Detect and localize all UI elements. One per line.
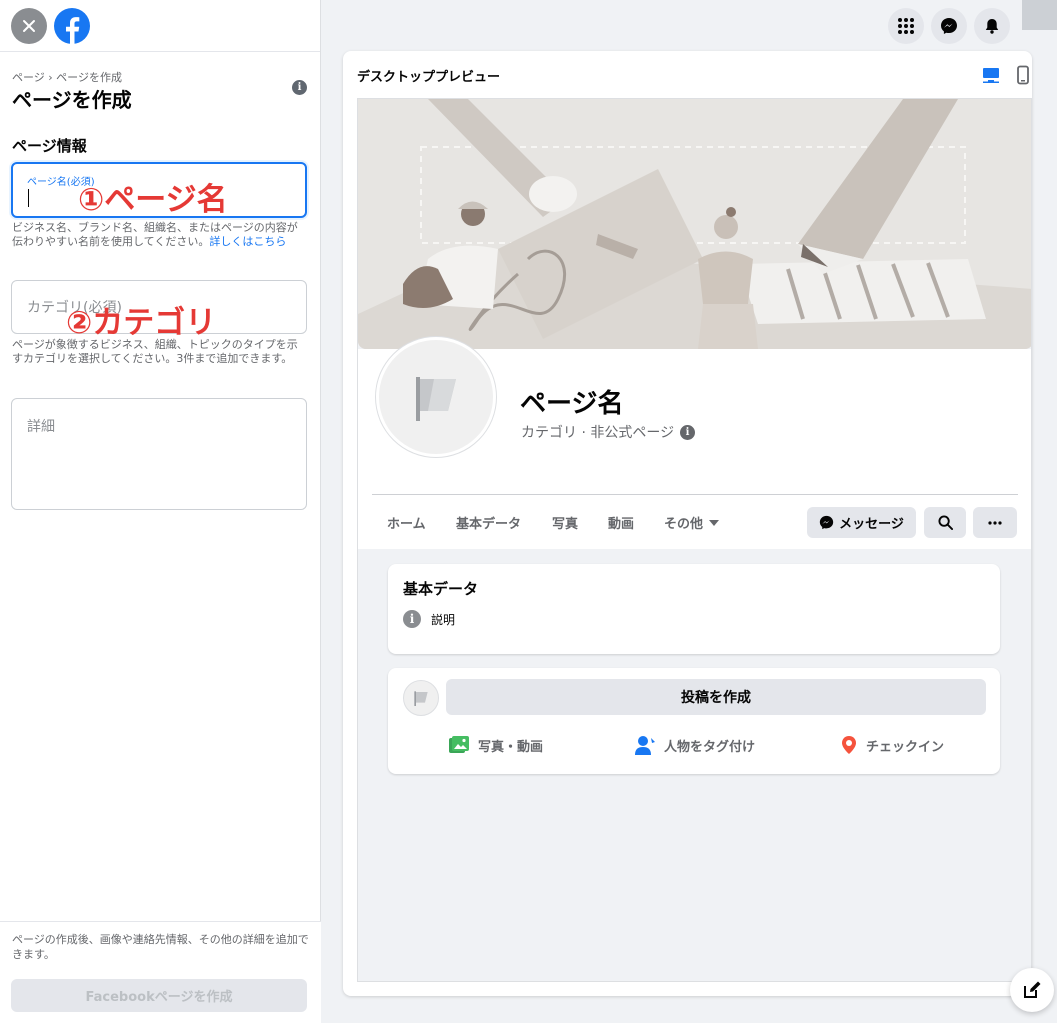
create-post-card: 投稿を作成 写真・動画 人物をタグ付け チェックイン [388,668,1000,774]
preview-page-subtitle: カテゴリ · 非公式ページ i [521,422,696,442]
tab-divider [372,494,1018,495]
search-button[interactable] [924,507,966,538]
annotation-page-name: ①ページ名 [78,182,228,218]
search-icon [937,515,953,530]
tab-home[interactable]: ホーム [387,513,426,532]
compose-button[interactable] [1010,968,1054,1012]
desktop-preview-frame: ページ名 カテゴリ · 非公式ページ i ホーム 基本データ 写真 動画 その他… [357,98,1032,982]
more-options-button[interactable] [973,507,1017,538]
learn-more-link[interactable]: 詳しくはこちら [209,235,286,248]
post-avatar [403,680,439,716]
breadcrumb[interactable]: ページ › ページを作成 [12,69,122,85]
details-placeholder: 詳細 [27,419,55,435]
create-post-button[interactable]: 投稿を作成 [446,679,986,715]
text-caret [28,189,29,207]
chevron-down-icon [709,519,720,526]
location-pin-icon [842,736,856,754]
panel-header [0,0,320,52]
info-icon: i [403,610,421,628]
panel-footer: ページの作成後、画像や連絡先情報、その他の詳細を追加できます。 Facebook… [0,921,321,1023]
tag-people-action[interactable]: 人物をタグ付け [634,735,755,755]
create-page-panel: ページ › ページを作成 ページを作成 i ページ情報 ページ名(必須) ビジネ… [0,0,321,1023]
mobile-view-button[interactable] [1013,65,1033,89]
about-card: 基本データ i 説明 [388,564,1000,654]
apps-button[interactable] [888,8,924,44]
flag-icon [414,691,428,706]
facebook-logo-icon[interactable] [54,8,90,44]
bell-icon [985,19,999,34]
cover-illustration [358,99,1031,349]
section-title: ページ情報 [12,137,87,155]
check-in-action[interactable]: チェックイン [840,735,944,755]
about-card-title: 基本データ [403,580,479,598]
close-icon [23,20,35,32]
tab-videos[interactable]: 動画 [608,513,634,532]
annotation-category: ②カテゴリ [66,305,217,341]
create-page-button[interactable]: Facebookページを作成 [11,979,307,1012]
page-title: ページを作成 [12,88,132,112]
footer-note: ページの作成後、画像や連絡先情報、その他の詳細を追加できます。 [12,933,309,961]
close-button[interactable] [11,8,47,44]
messenger-button[interactable] [931,8,967,44]
compose-icon [1024,981,1041,998]
tab-photos[interactable]: 写真 [552,513,578,532]
notifications-button[interactable] [974,8,1010,44]
info-icon[interactable]: i [292,80,307,95]
description-row: i 説明 [403,610,455,628]
photo-icon [449,736,469,753]
flag-icon [416,377,456,421]
messenger-icon [819,515,834,530]
page-name-helper: ビジネス名、ブランド名、組織名、またはページの内容が伝わりやすい名前を使用してく… [12,221,298,248]
mobile-icon [1017,65,1029,85]
tab-more[interactable]: その他 [664,513,720,532]
preview-card: デスクトッププレビュー ページ名 カテゴリ · 非公式ページ i ホーム 基本デ… [343,51,1032,996]
tag-people-icon [635,736,655,755]
details-field[interactable]: 詳細 [11,398,307,510]
tab-about[interactable]: 基本データ [456,513,521,532]
profile-picture[interactable] [376,337,496,457]
preview-label: デスクトッププレビュー [357,70,501,85]
more-icon [988,520,1002,525]
message-button[interactable]: メッセージ [807,507,916,538]
desktop-icon [983,68,999,83]
apps-grid-icon [898,18,914,34]
info-icon[interactable]: i [680,424,696,440]
scroll-edge [1022,0,1057,30]
cover-photo[interactable] [358,99,1031,349]
category-helper: ページが象徴するビジネス、組織、トピックのタイプを示すカテゴリを選択してください… [12,338,298,365]
photo-video-action[interactable]: 写真・動画 [448,735,543,755]
desktop-view-button[interactable] [981,65,1001,89]
messenger-icon [941,18,957,34]
preview-page-name: ページ名 [520,389,624,419]
